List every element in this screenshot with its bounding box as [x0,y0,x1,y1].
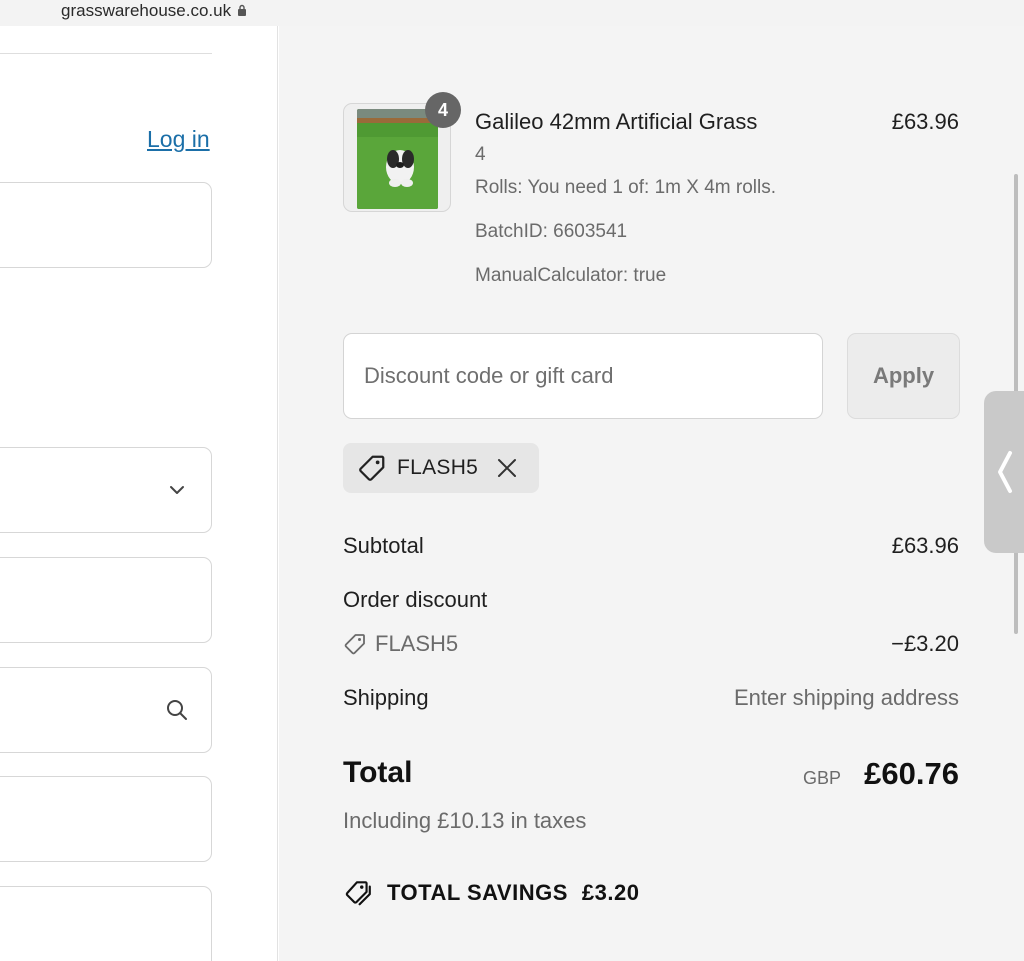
product-image [357,109,438,209]
city-field[interactable] [0,886,212,961]
total-amount: £60.76 [864,756,959,791]
shipping-value: Enter shipping address [733,685,959,710]
lock-icon [238,4,247,16]
product-batch-id: BatchID: 6603541 [475,221,628,242]
name-field[interactable] [0,557,212,643]
product-rolls: Rolls: You need 1 of: 1m X 4m rolls. [475,177,776,198]
side-panel-tab[interactable] [984,391,1024,553]
product-photo [357,109,438,209]
url-text: grasswarehouse.co.uk [61,0,232,20]
login-link[interactable]: Log in [147,126,210,153]
subtotal-value: £63.96 [891,533,959,558]
address-search-field[interactable] [0,667,212,753]
discount-code-input[interactable] [343,333,823,419]
chevron-down-icon [170,486,184,494]
subtotal-label: Subtotal [343,533,424,558]
contact-email-field[interactable] [0,182,212,268]
quantity-badge: 4 [425,92,461,128]
applied-discount-chip: FLASH5 [343,443,539,493]
product-title: Galileo 42mm Artificial Grass [475,109,758,134]
discount-code-line: FLASH5 [343,631,458,657]
total-label: Total [343,756,413,789]
checkout-form-column: Log in [0,26,278,961]
savings-label: TOTAL SAVINGS [387,880,568,905]
tag-icon [359,455,385,481]
browser-address-bar[interactable]: grasswarehouse.co.uk [0,0,1024,26]
search-icon [167,700,187,720]
apartment-field[interactable] [0,776,212,862]
url-display[interactable]: grasswarehouse.co.uk [61,0,247,20]
country-select[interactable] [0,447,212,533]
product-quantity: 4 [475,144,486,165]
chevron-left-icon [998,451,1012,493]
close-icon[interactable] [496,457,518,479]
savings-amount: £3.20 [581,880,640,905]
order-discount-label: Order discount [343,587,488,612]
total-currency: GBP [802,768,841,788]
order-summary-panel: 4 Galileo 42mm Artificial Grass £63.96 4… [279,26,1024,961]
shipping-label: Shipping [343,685,429,710]
discount-code-name: FLASH5 [375,631,459,656]
product-price: £63.96 [891,109,959,134]
tag-icon [344,634,365,655]
tax-note: Including £10.13 in taxes [343,808,587,833]
apply-discount-button[interactable]: Apply [847,333,960,419]
tags-icon [345,881,371,906]
applied-discount-code: FLASH5 [397,456,479,479]
discount-value: −£3.20 [891,631,959,656]
divider [0,53,212,54]
product-manual-calculator: ManualCalculator: true [475,265,667,286]
total-savings: TOTAL SAVINGS £3.20 [343,878,639,908]
